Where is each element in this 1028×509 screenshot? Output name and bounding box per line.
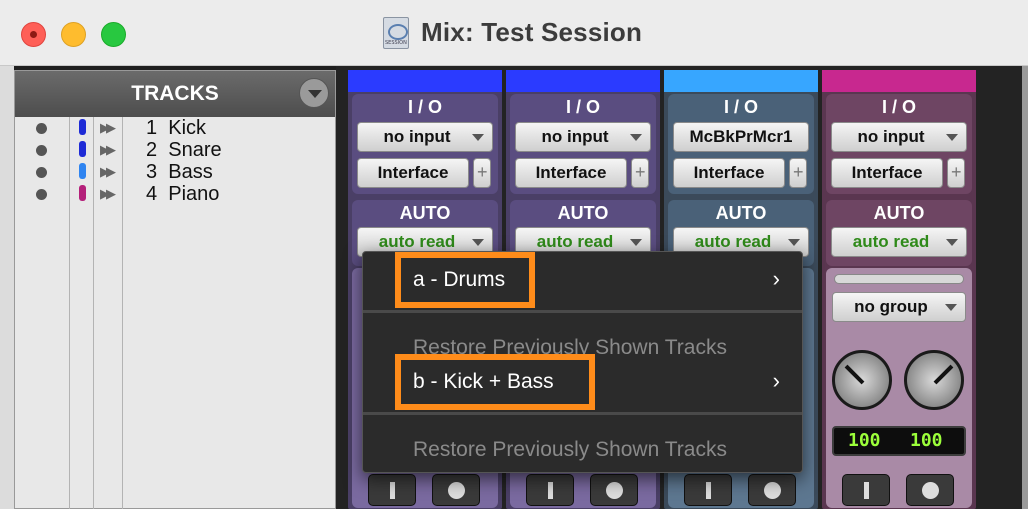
io-label: I / O [881,97,916,117]
track-arrows-icon: ▶▶ [100,164,116,179]
menu-item-restore-tracks: Restore Previously Shown Tracks [413,438,727,461]
record-enable-button[interactable] [590,474,638,506]
session-document-icon [383,17,409,49]
record-enable-button[interactable] [432,474,480,506]
track-visibility-dot[interactable] [36,145,47,156]
input-selector[interactable]: no input [515,122,651,152]
window-frame-left [0,66,14,509]
tracks-header: TRACKS [15,71,335,117]
tracks-menu-chevron-down-icon[interactable] [299,78,329,108]
io-section: I / O no input Interface [352,94,498,194]
io-section: I / O no input Interface [510,94,656,194]
pan-readout: 100 100 [832,426,966,456]
track-name: 1 Kick [146,117,207,139]
io-label: I / O [565,97,600,117]
track-visibility-dot[interactable] [36,167,47,178]
track-arrows-icon: ▶▶ [100,186,116,201]
strip-lower-section: no group 100 100 [826,268,972,508]
auto-section: AUTO auto read [826,200,972,266]
io-section: I / O McBkPrMcr1 Interface [668,94,814,194]
highlight-box [395,252,535,308]
track-name: 2 Snare [146,139,222,161]
submenu-chevron-icon: › [772,368,780,393]
track-row-snare[interactable]: ▶▶ 2 Snare [15,139,335,161]
output-selector[interactable]: Interface [357,158,469,188]
highlight-box [395,354,595,410]
output-selector[interactable]: Interface [831,158,943,188]
window-title: Mix: Test Session [421,17,643,47]
track-name: 3 Bass [146,161,213,183]
channel-strip-4: I / O no input Interface AUTO auto read … [822,70,976,509]
menu-separator [363,412,802,415]
track-visibility-dot[interactable] [36,189,47,200]
auto-label: AUTO [873,203,925,223]
strip-color-cap [506,70,660,92]
output-selector[interactable]: Interface [515,158,627,188]
minimize-window-button[interactable] [61,22,86,47]
input-monitor-button[interactable] [368,474,416,506]
menu-separator [363,310,802,313]
input-selector[interactable]: McBkPrMcr1 [673,122,809,152]
output-plus-icon[interactable] [631,158,649,188]
io-label: I / O [407,97,442,117]
strip-color-cap [822,70,976,92]
pan-right-knob[interactable] [904,350,964,410]
close-window-button[interactable] [21,22,46,47]
io-label: I / O [723,97,758,117]
input-monitor-button[interactable] [842,474,890,506]
track-color-chip [79,163,86,179]
strip-color-cap [664,70,818,92]
output-plus-icon[interactable] [947,158,965,188]
title-bar: Mix: Test Session [0,0,1028,66]
track-arrows-icon: ▶▶ [100,120,116,135]
track-color-chip [79,141,86,157]
track-show-popup-menu: a - Drums › Restore Previously Shown Tra… [362,251,803,473]
automation-mode-selector[interactable]: auto read [831,227,967,257]
zoom-window-button[interactable] [101,22,126,47]
record-enable-button[interactable] [906,474,954,506]
output-plus-icon[interactable] [473,158,491,188]
input-selector[interactable]: no input [357,122,493,152]
pan-left-value: 100 [848,430,881,451]
output-plus-icon[interactable] [789,158,807,188]
auto-label: AUTO [715,203,767,223]
track-row-kick[interactable]: ▶▶ 1 Kick [15,117,335,139]
output-selector[interactable]: Interface [673,158,785,188]
track-arrows-icon: ▶▶ [100,142,116,157]
track-row-bass[interactable]: ▶▶ 3 Bass [15,161,335,183]
track-name: 4 Piano [146,183,220,205]
group-selector[interactable]: no group [832,292,966,322]
track-color-chip [79,119,86,135]
tracks-header-label: TRACKS [131,82,219,105]
strip-color-cap [348,70,502,92]
submenu-chevron-icon: › [772,266,780,291]
pan-right-value: 100 [910,430,943,451]
record-enable-button[interactable] [748,474,796,506]
auto-label: AUTO [557,203,609,223]
input-monitor-button[interactable] [684,474,732,506]
tracks-panel: TRACKS ▶▶ 1 Kick ▶▶ 2 Snare ▶▶ 3 Bass ▶▶… [14,70,336,509]
pan-left-knob[interactable] [832,350,892,410]
insert-slot[interactable] [834,274,964,284]
io-section: I / O no input Interface [826,94,972,194]
track-color-chip [79,185,86,201]
track-row-piano[interactable]: ▶▶ 4 Piano [15,183,335,205]
input-monitor-button[interactable] [526,474,574,506]
input-selector[interactable]: no input [831,122,967,152]
window-scrollbar[interactable] [1022,66,1028,509]
track-visibility-dot[interactable] [36,123,47,134]
auto-label: AUTO [399,203,451,223]
